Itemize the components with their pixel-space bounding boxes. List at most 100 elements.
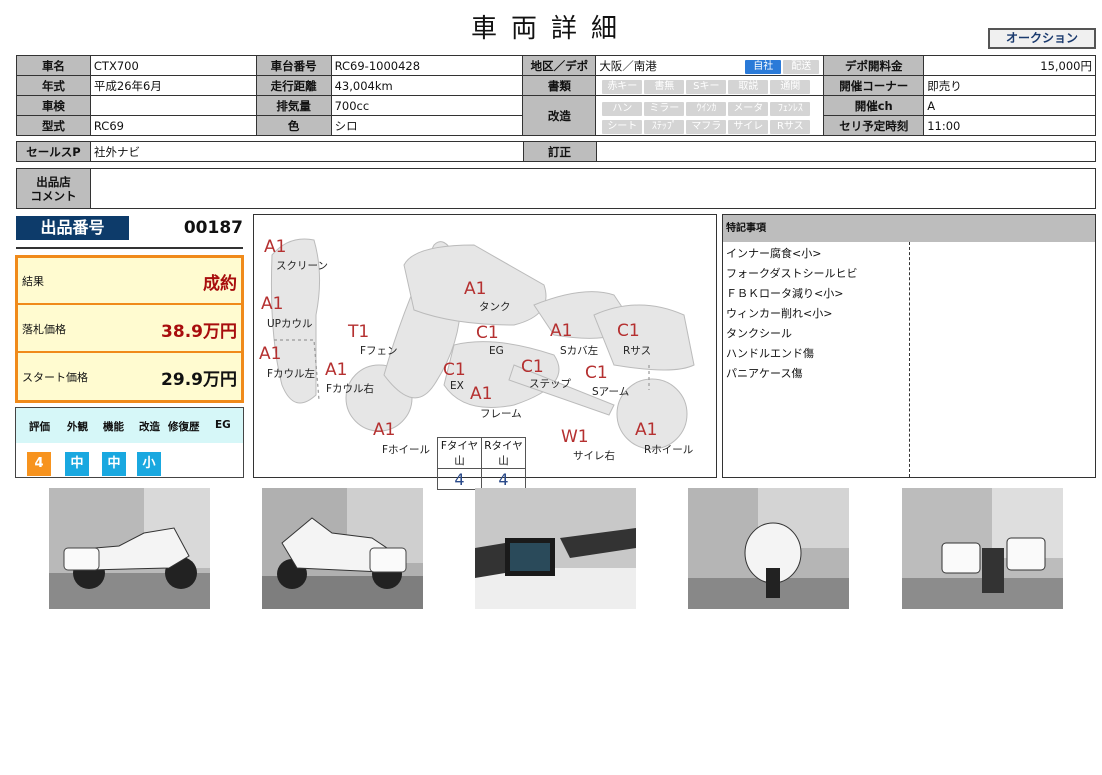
docs-chips: 赤キー 書無 Sキー 取説 通関 (595, 75, 825, 96)
damage-label-rsus: Rサス (623, 345, 652, 357)
frame-value: RC69-1000428 (330, 55, 524, 76)
eval-mod-badge: 小 (137, 452, 161, 476)
damage-code-ffender: T1 (348, 322, 370, 342)
chip-red-key: 赤キー (602, 79, 643, 94)
damage-label-sarm: Sアーム (592, 386, 630, 398)
damage-diagram: A1 スクリーン A1 UPカウル A1 Fカウル左 T1 Fフェン A1 Fカ… (253, 214, 717, 490)
damage-code-rsus: C1 (617, 321, 640, 341)
damage-label-fcowl-left: Fカウル左 (267, 368, 316, 380)
vehicle-photo-5[interactable] (902, 488, 1063, 609)
damage-code-screen: A1 (264, 237, 287, 257)
chip-customs: 通関 (770, 79, 811, 94)
region-label: 地区／デポ (522, 55, 597, 76)
auction-button[interactable]: オークション (988, 28, 1096, 49)
result-row: 結果 成約 (18, 258, 241, 305)
note-item: インナー腐食<小> (726, 247, 822, 260)
eval-header-exterior: 外観 (67, 421, 88, 433)
chip-s-key: Sキー (686, 79, 727, 94)
damage-label-silencer-right: サイレ右 (573, 450, 615, 462)
inspection-value (89, 95, 257, 116)
damage-label-ffender: Fフェン (360, 345, 398, 357)
damage-code-frame: A1 (470, 384, 493, 404)
vehicle-photo-4[interactable] (688, 488, 849, 609)
fee-value: 15,000円 (923, 55, 1096, 76)
chip-self: 自社 (745, 59, 782, 74)
damage-code-step: C1 (521, 357, 544, 377)
eval-header-repair: 修復歴 (168, 421, 200, 433)
damage-label-eg: EG (489, 345, 504, 357)
winning-price-value: 38.9万円 (161, 322, 237, 342)
comment-table: 出品店 コメント (16, 168, 1097, 209)
damage-label-fcowl-right: Fカウル右 (326, 383, 375, 395)
sale-time-value: 11:00 (923, 115, 1096, 136)
chip-manual: 取説 (728, 79, 769, 94)
corner-value: 即売り (923, 75, 1096, 96)
result-label: 結果 (22, 275, 44, 288)
salespoint-value: 社外ナビ (89, 141, 524, 162)
damage-code-eg: C1 (476, 323, 499, 343)
color-label: 色 (255, 115, 332, 136)
damage-label-fwheel: Fホイール (382, 444, 431, 456)
vehicle-photo-2[interactable] (262, 488, 423, 609)
chip-fenderless: ﾌｪﾝﾚｽ (770, 101, 811, 116)
damage-label-scover-left: Sカバ左 (560, 345, 599, 357)
comment-label: 出品店 コメント (16, 168, 91, 209)
chip-meter: メータ (728, 101, 769, 116)
chip-winker: ｳｲﾝｶ (686, 101, 727, 116)
lot-number-value: 00187 (183, 218, 243, 238)
damage-label-rwheel: Rホイール (644, 444, 694, 456)
ch-label: 開催ch (823, 95, 925, 116)
mod-chips: ハン ミラー ｳｲﾝｶ メータ ﾌｪﾝﾚｽ シート ｽﾃｯﾌﾟ マフラ サイレ Rサス (595, 95, 825, 136)
vehicle-photo-3[interactable] (475, 488, 636, 609)
evaluation-header: 評価 外観 機能 改造 修復歴 EG (16, 408, 243, 443)
eval-header-score: 評価 (29, 421, 50, 433)
result-panel: 結果 成約 落札価格 38.9万円 スタート価格 29.9万円 (15, 255, 244, 403)
start-price-value: 29.9万円 (161, 370, 237, 390)
rear-tire-label: Rタイヤ山 (481, 437, 526, 469)
damage-code-fwheel: A1 (373, 420, 396, 440)
eval-header-mod: 改造 (139, 421, 160, 433)
tire-tread-table: Fタイヤ山 Rタイヤ山 4 4 (437, 437, 526, 490)
front-tire-value: 4 (437, 468, 482, 490)
winning-price-label: 落札価格 (22, 323, 66, 336)
chip-muffler: マフラ (686, 119, 727, 134)
vehicle-info-table: 車名 CTX700 車台番号 RC69-1000428 地区／デポ 大阪／南港 … (16, 55, 1096, 136)
chip-step: ｽﾃｯﾌﾟ (644, 119, 685, 134)
damage-code-fcowl-left: A1 (259, 344, 282, 364)
vehicle-photo-1[interactable] (49, 488, 210, 609)
evaluation-panel: 評価 外観 機能 改造 修復歴 EG 4 中 中 小 (15, 407, 244, 478)
year-label: 年式 (16, 75, 91, 96)
damage-code-sarm: C1 (585, 363, 608, 383)
cc-label: 排気量 (255, 95, 332, 116)
result-value: 成約 (203, 274, 237, 294)
correction-label: 訂正 (522, 141, 597, 162)
notes-divider (909, 242, 910, 477)
damage-label-frame: フレーム (480, 408, 522, 420)
front-tire-label: Fタイヤ山 (437, 437, 482, 469)
note-item: ウィンカー削れ<小> (726, 307, 833, 320)
lot-number-label: 出品番号 (16, 216, 129, 240)
damage-code-silencer-right: W1 (561, 427, 589, 447)
name-value: CTX700 (89, 55, 257, 76)
damage-code-tank: A1 (464, 279, 487, 299)
model-label: 型式 (16, 115, 91, 136)
comment-label-line1: 出品店 (36, 174, 71, 189)
ch-value: A (923, 95, 1096, 116)
rear-tire-value: 4 (481, 468, 526, 490)
eval-score-badge: 4 (27, 452, 51, 476)
eval-header-function: 機能 (103, 421, 124, 433)
color-value: シロ (330, 115, 524, 136)
damage-code-ex: C1 (443, 360, 466, 380)
inspection-label: 車検 (16, 95, 91, 116)
chip-mirror: ミラー (644, 101, 685, 116)
salespoint-table: セールスP 社外ナビ 訂正 (16, 141, 1097, 162)
chip-delivery: 配送 (783, 59, 820, 74)
comment-value (89, 168, 1097, 209)
correction-value (595, 141, 1097, 162)
frame-label: 車台番号 (255, 55, 332, 76)
note-item: パニアケース傷 (726, 367, 803, 380)
salespoint-label: セールスP (16, 141, 91, 162)
start-price-row: スタート価格 29.9万円 (18, 354, 241, 401)
damage-label-ex: EX (450, 380, 464, 392)
region-value: 大阪／南港 (599, 58, 657, 73)
